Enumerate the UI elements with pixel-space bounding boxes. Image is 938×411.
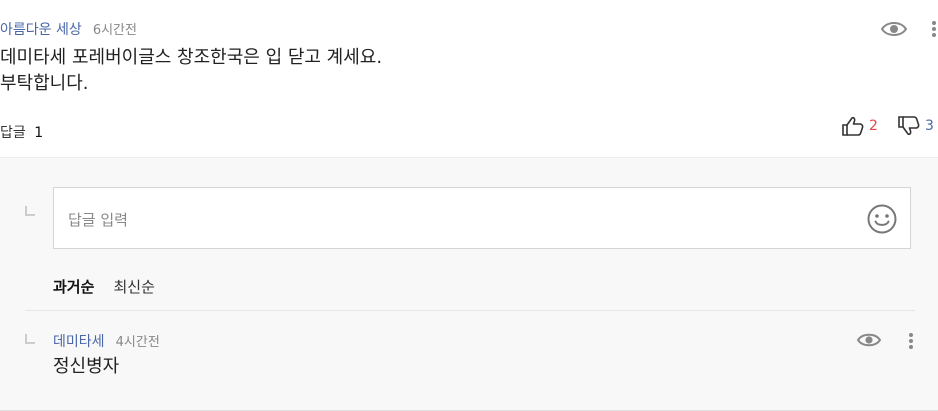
thumbs-up-icon bbox=[842, 116, 864, 136]
divider bbox=[25, 310, 915, 311]
reply-indent-icon bbox=[25, 206, 35, 216]
dislike-button[interactable]: 3 bbox=[898, 116, 934, 136]
reply-input-placeholder: 답글 입력 bbox=[68, 211, 128, 229]
more-options-icon[interactable] bbox=[930, 18, 938, 40]
reply-author[interactable]: 데미타세 bbox=[53, 334, 105, 350]
reply-time: 4시간전 bbox=[115, 335, 160, 350]
comment-time: 6시간전 bbox=[92, 23, 137, 38]
thumbs-down-icon bbox=[898, 116, 920, 136]
sort-oldest[interactable]: 과거순 bbox=[53, 278, 94, 296]
reply-input[interactable]: 답글 입력 bbox=[53, 187, 911, 249]
reply-area: 답글 입력 과거순 최신순 데미타세 4시간전 정신병자 bbox=[0, 157, 938, 411]
eye-icon[interactable] bbox=[880, 18, 908, 40]
eye-icon[interactable] bbox=[856, 330, 882, 350]
like-count: 2 bbox=[869, 118, 878, 134]
comment-text-line: 부탁합니다. bbox=[0, 73, 89, 94]
reply-count: 1 bbox=[34, 125, 44, 141]
reply-header: 데미타세 4시간전 bbox=[53, 331, 160, 351]
dislike-count: 3 bbox=[925, 118, 934, 134]
comment-author[interactable]: 아름다운 세상 bbox=[0, 22, 82, 38]
reply-label: 답글 bbox=[0, 125, 26, 141]
comment-text: 데미타세 포레버이글스 창조한국은 입 닫고 계세요. 부탁합니다. bbox=[0, 45, 382, 97]
like-button[interactable]: 2 bbox=[842, 116, 878, 136]
more-options-icon[interactable] bbox=[907, 330, 915, 352]
sort-newest[interactable]: 최신순 bbox=[114, 278, 155, 296]
emoji-icon[interactable] bbox=[867, 204, 897, 234]
sort-options: 과거순 최신순 bbox=[53, 276, 155, 297]
reply-indent-icon bbox=[25, 334, 35, 344]
comment-text-line: 데미타세 포레버이글스 창조한국은 입 닫고 계세요. bbox=[0, 47, 383, 68]
reply-text: 정신병자 bbox=[53, 356, 120, 377]
comment-header: 아름다운 세상 6시간전 bbox=[0, 19, 137, 39]
reply-toggle[interactable]: 답글 1 bbox=[0, 122, 43, 142]
